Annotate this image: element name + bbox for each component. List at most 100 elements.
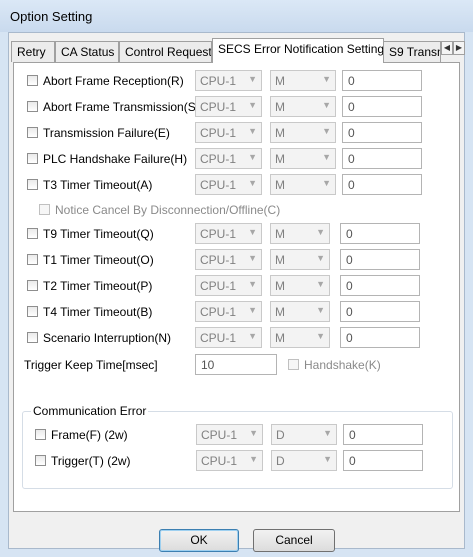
chevron-down-icon: ▼ [316, 227, 325, 237]
cpu-select[interactable]: CPU-1 ▼ [196, 450, 263, 471]
dialog-client: Retry CA Status Control Request SECS Err… [8, 32, 465, 552]
chevron-down-icon: ▼ [322, 152, 331, 162]
chevron-down-icon: ▼ [323, 454, 332, 464]
device-number-input[interactable]: 0 [342, 122, 422, 143]
tab-ca-status[interactable]: CA Status [55, 41, 119, 62]
setting-row: Notice Cancel By Disconnection/Offline(C… [14, 199, 459, 221]
cpu-select[interactable]: CPU-1 ▼ [195, 148, 262, 169]
device-select[interactable]: M ▼ [270, 275, 330, 296]
device-number-input[interactable]: 0 [340, 301, 420, 322]
cpu-select[interactable]: CPU-1 ▼ [195, 327, 262, 348]
communication-error-group: Communication Error Frame(F) (2w) CPU-1 ▼… [22, 404, 453, 489]
chevron-down-icon: ▼ [248, 279, 257, 289]
cpu-select[interactable]: CPU-1 ▼ [196, 424, 263, 445]
device-number-input[interactable]: 0 [340, 249, 420, 270]
setting-label: Scenario Interruption(N) [43, 331, 172, 345]
device-number-input[interactable]: 0 [340, 327, 420, 348]
tab-secs-error-notification-setting[interactable]: SECS Error Notification Setting [212, 38, 384, 63]
setting-row: Scenario Interruption(N) CPU-1 ▼ M ▼ 0 [14, 327, 459, 349]
device-select[interactable]: M ▼ [270, 122, 336, 143]
device-select[interactable]: D ▼ [271, 424, 337, 445]
handshake-checkbox[interactable] [288, 359, 299, 370]
tab-scroll-right-icon[interactable]: ▶ [453, 41, 465, 55]
chevron-down-icon: ▼ [322, 126, 331, 136]
t1-timer-timeout-checkbox[interactable] [27, 254, 38, 265]
cpu-select[interactable]: CPU-1 ▼ [195, 275, 262, 296]
setting-label: Transmission Failure(E) [43, 126, 170, 140]
setting-label: Trigger(T) (2w) [51, 454, 131, 468]
tab-scroll-left-icon[interactable]: ◀ [441, 41, 453, 55]
setting-row: Frame(F) (2w) CPU-1 ▼ D ▼ 0 [15, 424, 460, 446]
trigger-checkbox[interactable] [35, 455, 46, 466]
setting-label: T2 Timer Timeout(P) [43, 279, 153, 293]
cpu-select[interactable]: CPU-1 ▼ [195, 301, 262, 322]
cpu-select[interactable]: CPU-1 ▼ [195, 122, 262, 143]
cpu-select[interactable]: CPU-1 ▼ [195, 70, 262, 91]
device-number-input[interactable]: 0 [342, 148, 422, 169]
chevron-down-icon: ▼ [248, 74, 257, 84]
tab-control-request[interactable]: Control Request [119, 41, 212, 62]
device-number-input[interactable]: 0 [342, 70, 422, 91]
plc-handshake-failure-checkbox[interactable] [27, 153, 38, 164]
device-select[interactable]: M ▼ [270, 249, 330, 270]
device-select[interactable]: M ▼ [270, 301, 330, 322]
device-select[interactable]: M ▼ [270, 70, 336, 91]
chevron-down-icon: ▼ [248, 126, 257, 136]
device-number-input[interactable]: 0 [342, 174, 422, 195]
transmission-failure-checkbox[interactable] [27, 127, 38, 138]
t4-timer-timeout-checkbox[interactable] [27, 306, 38, 317]
t9-timer-timeout-checkbox[interactable] [27, 228, 38, 239]
setting-row: Transmission Failure(E) CPU-1 ▼ M ▼ 0 [14, 122, 459, 144]
device-number-input[interactable]: 0 [340, 223, 420, 244]
cpu-select[interactable]: CPU-1 ▼ [195, 223, 262, 244]
chevron-down-icon: ▼ [248, 100, 257, 110]
chevron-down-icon: ▼ [248, 253, 257, 263]
setting-label: T9 Timer Timeout(Q) [43, 227, 154, 241]
t3-timer-timeout-checkbox[interactable] [27, 179, 38, 190]
frame-checkbox[interactable] [35, 429, 46, 440]
chevron-down-icon: ▼ [248, 305, 257, 315]
chevron-down-icon: ▼ [249, 454, 258, 464]
setting-row: T4 Timer Timeout(B) CPU-1 ▼ M ▼ 0 [14, 301, 459, 323]
trigger-keep-time-label: Trigger Keep Time[msec] [24, 358, 158, 372]
cpu-select[interactable]: CPU-1 ▼ [195, 96, 262, 117]
chevron-down-icon: ▼ [248, 178, 257, 188]
device-number-input[interactable]: 0 [342, 96, 422, 117]
setting-row: T2 Timer Timeout(P) CPU-1 ▼ M ▼ 0 [14, 275, 459, 297]
device-select[interactable]: M ▼ [270, 174, 336, 195]
cpu-select[interactable]: CPU-1 ▼ [195, 174, 262, 195]
chevron-down-icon: ▼ [248, 152, 257, 162]
setting-label: Notice Cancel By Disconnection/Offline(C… [55, 203, 281, 217]
cancel-button[interactable]: Cancel [253, 529, 335, 552]
scenario-interruption-checkbox[interactable] [27, 332, 38, 343]
tab-s9-transmission[interactable]: S9 Transm [383, 41, 441, 62]
chevron-down-icon: ▼ [316, 253, 325, 263]
device-select[interactable]: M ▼ [270, 223, 330, 244]
t2-timer-timeout-checkbox[interactable] [27, 280, 38, 291]
tab-panel: Abort Frame Reception(R) CPU-1 ▼ M ▼ 0 Abo… [13, 62, 460, 512]
window-title: Option Setting [10, 9, 93, 24]
ok-button[interactable]: OK [159, 529, 239, 552]
cpu-select[interactable]: CPU-1 ▼ [195, 249, 262, 270]
trigger-keep-time-input[interactable]: 10 [195, 354, 277, 375]
chevron-down-icon: ▼ [322, 74, 331, 84]
device-select[interactable]: M ▼ [270, 327, 330, 348]
device-select[interactable]: M ▼ [270, 96, 336, 117]
title-bar: Option Setting [0, 0, 473, 32]
device-number-input[interactable]: 0 [343, 450, 423, 471]
abort-frame-transmission-checkbox[interactable] [27, 101, 38, 112]
setting-label: T1 Timer Timeout(O) [43, 253, 154, 267]
setting-row: T3 Timer Timeout(A) CPU-1 ▼ M ▼ 0 [14, 174, 459, 196]
setting-label: PLC Handshake Failure(H) [43, 152, 188, 166]
device-select[interactable]: M ▼ [270, 148, 336, 169]
device-number-input[interactable]: 0 [340, 275, 420, 296]
chevron-down-icon: ▼ [316, 305, 325, 315]
chevron-down-icon: ▼ [322, 100, 331, 110]
tab-retry[interactable]: Retry [11, 41, 55, 62]
notice-cancel-checkbox[interactable] [39, 204, 50, 215]
device-select[interactable]: D ▼ [271, 450, 337, 471]
setting-row: T9 Timer Timeout(Q) CPU-1 ▼ M ▼ 0 [14, 223, 459, 245]
abort-frame-reception-checkbox[interactable] [27, 75, 38, 86]
device-number-input[interactable]: 0 [343, 424, 423, 445]
chevron-down-icon: ▼ [248, 227, 257, 237]
